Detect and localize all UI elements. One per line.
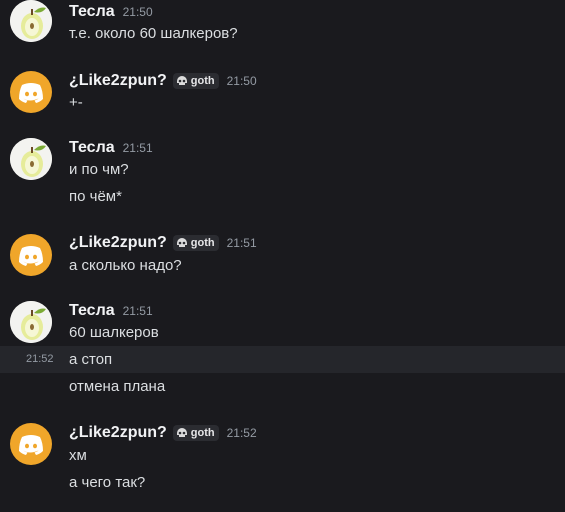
skull-icon	[176, 428, 187, 437]
guild-tag-label: goth	[190, 237, 215, 249]
timestamp[interactable]: 21:52	[227, 426, 257, 440]
guild-tag-label: goth	[190, 75, 215, 87]
message-text: +-	[69, 94, 83, 111]
skull-icon	[176, 76, 187, 85]
username[interactable]: ¿Like2zpun?	[69, 72, 167, 90]
pear-icon	[10, 301, 52, 343]
guild-tag[interactable]: goth	[172, 235, 219, 251]
message-text: а сколько надо?	[69, 257, 182, 274]
skull-icon	[176, 238, 187, 247]
timestamp[interactable]: 21:51	[123, 304, 153, 318]
avatar[interactable]	[10, 234, 52, 276]
avatar[interactable]	[10, 0, 52, 42]
timestamp[interactable]: 21:51	[123, 141, 153, 155]
pear-icon	[10, 138, 52, 180]
timestamp[interactable]: 21:50	[227, 74, 257, 88]
hover-timestamp: 21:52	[26, 353, 54, 365]
message-text: а чего так?	[69, 474, 146, 491]
message-text: по чём*	[69, 188, 122, 205]
guild-tag[interactable]: goth	[172, 425, 219, 441]
avatar[interactable]	[10, 71, 52, 113]
username[interactable]: ¿Like2zpun?	[69, 234, 167, 252]
message-text: хм	[69, 447, 87, 464]
guild-tag-label: goth	[190, 427, 215, 439]
guild-tag[interactable]: goth	[172, 73, 219, 89]
timestamp[interactable]: 21:50	[123, 5, 153, 19]
avatar[interactable]	[10, 301, 52, 343]
message-text: и по чм?	[69, 161, 129, 178]
message-text: 60 шалкеров	[69, 324, 159, 341]
username[interactable]: Тесла	[69, 139, 115, 157]
username[interactable]: ¿Like2zpun?	[69, 424, 167, 442]
username[interactable]: Тесла	[69, 302, 115, 320]
avatar[interactable]	[10, 138, 52, 180]
pear-icon	[10, 0, 52, 42]
message-text: отмена плана	[69, 378, 166, 395]
discord-icon	[19, 246, 43, 266]
discord-icon	[19, 435, 43, 455]
username[interactable]: Тесла	[69, 3, 115, 21]
message-text: т.е. около 60 шалкеров?	[69, 25, 238, 42]
discord-icon	[19, 83, 43, 103]
message-text: а стоп	[69, 351, 113, 368]
timestamp[interactable]: 21:51	[227, 236, 257, 250]
avatar[interactable]	[10, 423, 52, 465]
